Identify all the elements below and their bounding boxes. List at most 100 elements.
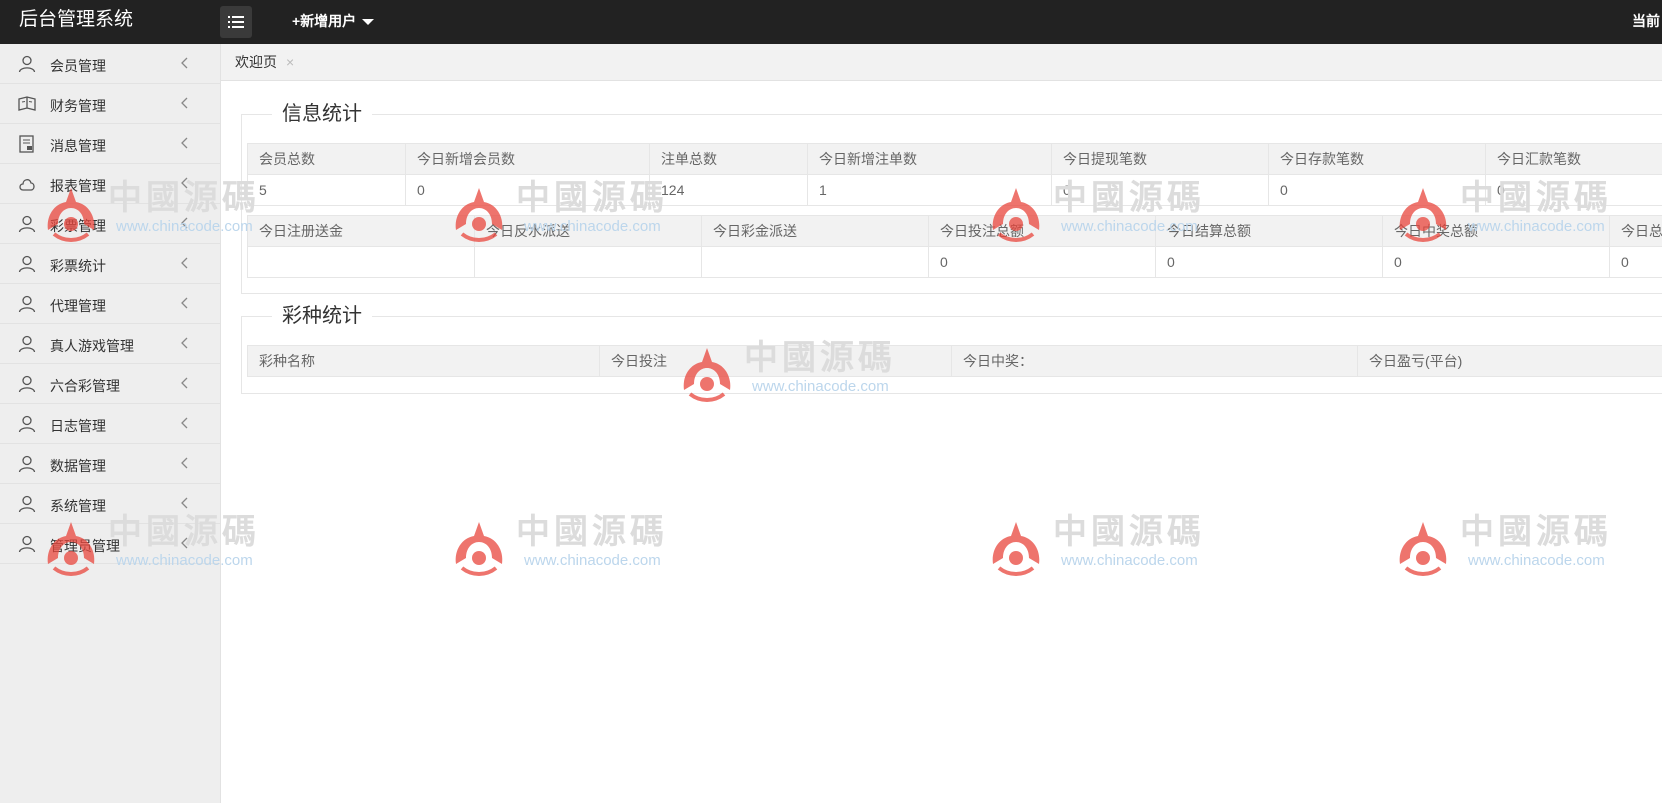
sidebar-item-label: 数据管理 — [50, 458, 106, 474]
user-icon — [18, 295, 36, 313]
sidebar-item[interactable]: 日志管理 — [0, 404, 220, 444]
chevron-left-icon — [181, 177, 188, 189]
list-menu-icon — [228, 16, 244, 28]
sidebar-item-label: 系统管理 — [50, 498, 106, 514]
value-cell: 0 — [928, 246, 1156, 278]
sidebar-item[interactable]: 系统管理 — [0, 484, 220, 524]
sidebar-item[interactable]: 彩票管理 — [0, 204, 220, 244]
user-icon — [18, 415, 36, 433]
header-cell: 彩种名称 — [247, 345, 600, 377]
sidebar-item[interactable]: 消息管理 — [0, 124, 220, 164]
sidebar-item-label: 真人游戏管理 — [50, 338, 134, 354]
value-cell: 0 — [405, 174, 650, 206]
user-icon — [18, 215, 36, 233]
header-cell: 今日提现笔数 — [1051, 143, 1269, 175]
sidebar-item-label: 彩票统计 — [50, 258, 106, 274]
watermark-url: www.chinacode.com — [1468, 552, 1605, 569]
lottery-stats-section: 彩种统计 彩种名称 今日投注 今日中奖： 今日盈亏(平台) — [241, 302, 1662, 394]
header-cell: 今日汇款笔数 — [1485, 143, 1662, 175]
info-stats-table-2: 今日注册送金 今日反水派送 今日彩金派送 今日投注总额 今日结算总额 今日中奖总… — [247, 215, 1662, 278]
table-row: 0 0 0 0 — [247, 246, 1662, 278]
value-cell — [247, 246, 475, 278]
chevron-left-icon — [181, 417, 188, 429]
add-user-dropdown[interactable]: +新增用户 — [292, 0, 375, 42]
sidebar-item[interactable]: 代理管理 — [0, 284, 220, 324]
header-cell: 今日总 — [1609, 215, 1662, 247]
sidebar-item[interactable]: 数据管理 — [0, 444, 220, 484]
sidebar-nav: 会员管理财务管理消息管理报表管理彩票管理彩票统计代理管理真人游戏管理 六合彩管理日… — [0, 44, 221, 803]
watermark-logo-icon — [455, 522, 503, 576]
watermark-logo-icon — [992, 522, 1040, 576]
header-cell: 今日彩金派送 — [701, 215, 929, 247]
watermark-text: 中國源碼 — [1053, 512, 1205, 552]
sidebar-item-label: 六合彩管理 — [50, 378, 120, 394]
sidebar-item-label: 报表管理 — [50, 178, 106, 194]
value-cell: 0 — [1609, 246, 1662, 278]
watermark: 中國源碼 www.chinacode.com — [448, 512, 678, 582]
tab-bar: 欢迎页 × — [221, 44, 1662, 81]
chevron-left-icon — [181, 257, 188, 269]
info-stats-table-1: 会员总数 今日新增会员数 注单总数 今日新增注单数 今日提现笔数 今日存款笔数 … — [247, 143, 1662, 206]
sidebar-item-label: 管理员管理 — [50, 538, 120, 554]
sidebar-item[interactable]: 真人游戏管理 — [0, 324, 220, 364]
user-icon — [18, 455, 36, 473]
header-cell: 今日盈亏(平台) — [1357, 345, 1662, 377]
value-cell: 0 — [1485, 174, 1662, 206]
header-cell: 今日新增注单数 — [807, 143, 1052, 175]
watermark-url: www.chinacode.com — [1061, 552, 1198, 569]
sidebar-item[interactable]: 财务管理 — [0, 84, 220, 124]
value-cell: 1 — [807, 174, 1052, 206]
header-cell: 今日存款笔数 — [1268, 143, 1486, 175]
app-title: 后台管理系统 — [19, 9, 134, 30]
user-icon — [18, 535, 36, 553]
value-cell — [701, 246, 929, 278]
table-header-row: 今日注册送金 今日反水派送 今日彩金派送 今日投注总额 今日结算总额 今日中奖总… — [247, 215, 1662, 247]
watermark-text: 中國源碼 — [516, 512, 668, 552]
top-header: 后台管理系统 +新增用户 当前 — [0, 0, 1662, 44]
chevron-left-icon — [181, 97, 188, 109]
value-cell: 0 — [1155, 246, 1383, 278]
info-stats-title: 信息统计 — [272, 100, 372, 128]
sidebar-item-label: 会员管理 — [50, 58, 106, 74]
chevron-left-icon — [181, 137, 188, 149]
header-cell: 今日中奖总额 — [1382, 215, 1610, 247]
document-icon — [19, 135, 34, 153]
header-cell: 今日中奖： — [951, 345, 1358, 377]
sidebar-item-label: 消息管理 — [50, 138, 106, 154]
table-header-row: 彩种名称 今日投注 今日中奖： 今日盈亏(平台) — [247, 345, 1662, 377]
chevron-left-icon — [181, 57, 188, 69]
chevron-left-icon — [181, 457, 188, 469]
user-icon — [18, 255, 36, 273]
chevron-left-icon — [181, 337, 188, 349]
chevron-left-icon — [181, 217, 188, 229]
watermark-text: 中國源碼 — [1460, 512, 1612, 552]
sidebar-item[interactable]: 报表管理 — [0, 164, 220, 204]
tab-welcome[interactable]: 欢迎页 — [235, 44, 277, 80]
header-cell: 今日反水派送 — [474, 215, 702, 247]
header-cell: 今日投注总额 — [928, 215, 1156, 247]
value-cell: 124 — [649, 174, 808, 206]
chevron-left-icon — [181, 537, 188, 549]
user-icon — [18, 495, 36, 513]
sidebar-item-label: 彩票管理 — [50, 218, 106, 234]
chevron-left-icon — [181, 497, 188, 509]
watermark: 中國源碼 www.chinacode.com — [1392, 512, 1622, 582]
sidebar-item[interactable]: 会员管理 — [0, 44, 220, 84]
user-icon — [18, 335, 36, 353]
user-icon — [18, 55, 36, 73]
header-cell: 今日投注 — [599, 345, 952, 377]
value-cell: 0 — [1382, 246, 1610, 278]
sidebar-item[interactable]: 六合彩管理 — [0, 364, 220, 404]
tab-close-icon[interactable]: × — [286, 44, 294, 80]
sidebar-item[interactable]: 彩票统计 — [0, 244, 220, 284]
header-cell: 注单总数 — [649, 143, 808, 175]
value-cell: 0 — [1051, 174, 1269, 206]
value-cell: 0 — [1268, 174, 1486, 206]
watermark-logo-icon — [1399, 522, 1447, 576]
sidebar-item[interactable]: 管理员管理 — [0, 524, 220, 564]
value-cell — [474, 246, 702, 278]
table-header-row: 会员总数 今日新增会员数 注单总数 今日新增注单数 今日提现笔数 今日存款笔数 … — [247, 143, 1662, 175]
current-user-menu[interactable]: 当前 — [1632, 0, 1660, 42]
sidebar-item-label: 代理管理 — [50, 298, 106, 314]
menu-toggle-button[interactable] — [220, 6, 252, 38]
